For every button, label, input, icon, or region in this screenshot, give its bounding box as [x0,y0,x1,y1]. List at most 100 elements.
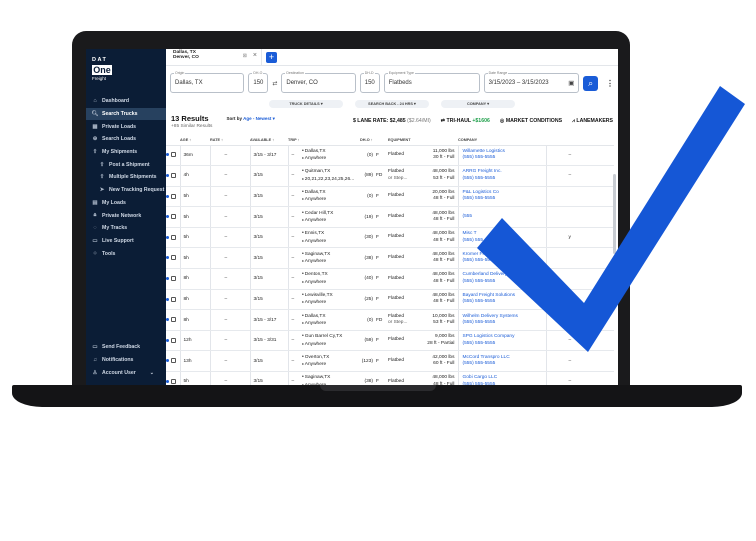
col-available[interactable]: AVAILABLE ↑ [250,136,288,146]
table-row[interactable]: 13h – 3/15 – Overton,TXAnywhere (123) F … [166,350,614,373]
row-checkbox[interactable] [171,193,176,199]
table-row[interactable]: 8h – 3/15 – Denton,TXAnywhere (40) F Fla… [166,268,614,290]
sidebar-item-my-shipments[interactable]: ⇧ My Shipments [86,146,166,159]
row-checkbox[interactable] [171,275,176,281]
dhd-field[interactable]: DH-D 150 [359,71,380,93]
sidebar-item-notifications[interactable]: ♫ Notifications [86,354,166,367]
company-phone[interactable]: (555) 555-5555 [463,279,546,286]
company-phone[interactable]: (555) 555-5555 [463,320,546,327]
table-row[interactable]: 5h – 3/15 – Saginaw,TXAnywhere (38) F Fl… [166,371,614,385]
dho-field[interactable]: DH-O 150 [248,71,269,93]
company-cell[interactable]: Kromer Freight (555) 555-5555 [457,247,546,270]
company-cell[interactable]: Gobi Cargo LLC (555) 555-5555 [457,371,546,385]
sidebar-item-multiple-shipments[interactable]: ⇧ Multiple Shipments [86,171,166,184]
filter-chip[interactable]: COMPANY ▾ [441,100,515,108]
origin-text: Saginaw,TX [302,374,360,382]
sidebar-item-search-loads[interactable]: ⊕ Search Loads [86,133,166,146]
row-checkbox[interactable] [171,255,176,261]
available-cell: 3/15 [249,186,288,208]
origin-field[interactable]: Origin Dallas, TX [170,71,245,93]
sidebar-item-post-a-shipment[interactable]: ⇧ Post a Shipment [86,158,166,171]
company-phone[interactable]: (555) 555-5555 [463,155,546,162]
company-phone[interactable]: (555) 555-5555 [463,299,546,306]
weight-cell: 20,000 lbs 48 ft - Full [418,186,458,208]
table-row[interactable]: 36m – 3/15 - 3/17 – Dallas,TXAnywhere (0… [166,145,614,167]
table-row[interactable]: 5h – 3/15 – Saginaw,TXAnywhere (38) F Fl… [166,247,614,270]
sidebar-item-send-feedback[interactable]: ▭ Send Feedback [86,341,166,354]
dat-one-logo[interactable]: DAT One Freight [92,57,112,81]
company-phone[interactable]: (555) 555-5555 [463,176,546,183]
company-cell[interactable]: P&L Logistics Co (555) 555-5555 [457,186,546,208]
company-cell[interactable]: Misc T (555) 555 [457,227,546,249]
company-cell[interactable]: Bayard Freight Solutions (555) 555-5555 [457,289,546,311]
company-phone[interactable]: (555) 555-5555 [463,341,546,348]
col-dho[interactable]: DH-O ↑ [360,136,388,146]
sidebar-item-account-user[interactable]: ♙ Account User ⌄ [86,366,166,379]
lane-rate[interactable]: $ LANE RATE: $2,485 ($2.64/MI) [353,118,431,125]
row-checkbox[interactable] [171,152,176,158]
table-row[interactable]: 12h – 3/15 - 3/31 – Gun Barrel Cy,TXAnyw… [166,330,614,352]
tri-haul[interactable]: ⇄ TRI-HAUL +$1606 [441,118,490,125]
row-checkbox[interactable] [171,214,176,220]
bookmark-icon[interactable]: ⊠ [243,53,247,59]
sidebar-item-search-trucks[interactable]: 🔍︎ Search Trucks [86,107,166,121]
sidebar-item-dashboard[interactable]: ⌂ Dashboard [86,95,166,108]
search-button[interactable]: ⌕ [583,75,598,91]
lanemakers-link[interactable]: ⩘ LANEMAKERS [572,118,613,125]
company-phone[interactable]: (555) 555-5555 [463,196,546,203]
similar-results-link[interactable]: +85 Similar Results [171,124,212,129]
company-phone[interactable]: (555 [463,214,546,221]
close-icon[interactable]: × [253,52,257,59]
col-rate[interactable]: RATE ↑ [210,136,250,146]
company-phone[interactable]: (555) 555-5555 [463,361,546,368]
sidebar-item-new-tracking-request[interactable]: ➤ New Tracking Request [86,184,166,197]
row-checkbox[interactable] [171,296,176,302]
company-cell[interactable]: SPG Logistics Company (555) 555-5555 [457,330,546,352]
date-range-field[interactable]: Date Range 3/15/2023 – 3/15/2023 ▣ [483,71,580,93]
more-options-icon[interactable]: ⋮ [606,79,614,88]
company-cell[interactable]: McCord Transpro LLC (555) 555-5555 [457,350,546,373]
sidebar-item-tools[interactable]: ⁘ Tools [86,247,166,260]
calendar-icon[interactable]: ▣ [568,79,574,87]
table-row[interactable]: 5h – 3/15 – Dallas,TXAnywhere (0) F Flat… [166,186,614,208]
company-phone[interactable]: (555) 555 [463,238,546,245]
equipment-field[interactable]: Equipment Type Flatbeds [383,71,480,93]
table-row[interactable]: 5h – 3/15 – Cedar Hill,TXAnywhere (19) F… [166,206,614,228]
results-summary: 13 Results +85 Similar Results [171,114,212,129]
sidebar-item-live-support[interactable]: ▭ Live Support [86,235,166,248]
filter-chip[interactable]: SEARCH BACK - 24 HRS ▾ [355,100,429,108]
col-trip[interactable]: TRIP ↑ [288,136,302,146]
sidebar-item-private-network[interactable]: 🔒︎ Private Network [86,209,166,222]
row-checkbox[interactable] [171,173,176,178]
table-row[interactable]: 5h – 3/15 – Ennis,TXAnywhere (30) F Flat… [166,227,614,249]
company-cell[interactable]: Wilhelm Delivery Systems (555) 555-5555 [457,309,546,331]
sidebar-item-private-loads[interactable]: ▦ Private Loads [86,120,166,133]
chevron-down-icon[interactable]: ⌄ [150,370,154,376]
search-tab[interactable]: Dallas, TX Denver, CO ⊠ × [170,49,262,65]
destination-field[interactable]: Destination Denver, CO [281,71,356,93]
col-age[interactable]: AGE ↑ [180,136,210,146]
row-checkbox[interactable] [171,337,176,343]
sort-control[interactable]: Sort by Age - Newest ▾ [226,116,274,122]
sidebar-item-my-tracks[interactable]: ◌ My Tracks [86,222,166,235]
market-conditions-link[interactable]: ◎ MARKET CONDITIONS [500,118,562,125]
row-checkbox[interactable] [171,358,176,364]
company-cell[interactable]: (555 [457,206,546,228]
add-search-button[interactable]: + [266,51,277,63]
sidebar-item-my-loads[interactable]: ▤ My Loads [86,197,166,210]
company-phone[interactable]: (555) 555-5555 [463,382,546,385]
scrollbar[interactable] [613,174,616,254]
filter-chip[interactable]: TRUCK DETAILS ▾ [269,100,343,108]
table-row[interactable]: 8h – 3/15 - 3/17 – Dallas,TXAnywhere (0)… [166,309,614,331]
swap-icon[interactable]: ⇄ [272,80,277,87]
row-checkbox[interactable] [171,234,176,240]
table-row[interactable]: 4h – 3/15 – Quitman,TX20,21,22,23,24,25,… [166,165,614,187]
company-cell[interactable]: ARRG Freight Inc. (555) 555-5555 [457,165,546,187]
company-phone[interactable]: (555) 555-5555 [463,258,546,265]
tri-haul-value: +$1606 [472,118,490,124]
company-cell[interactable]: Willamette Logistics (555) 555-5555 [457,145,546,167]
table-row[interactable]: 8h – 3/15 – Lewisville,TXAnywhere (25) F… [166,289,614,311]
company-cell[interactable]: Cumberland Delivery C (555) 555-5555 [457,268,546,290]
row-checkbox[interactable] [171,317,176,323]
row-checkbox[interactable] [171,378,176,384]
